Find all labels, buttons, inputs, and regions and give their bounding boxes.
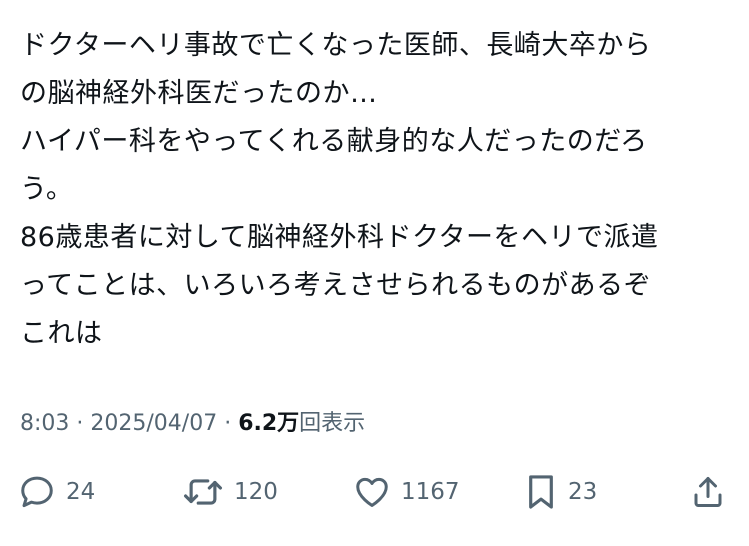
reply-count: 24 xyxy=(66,479,96,505)
share-button[interactable] xyxy=(690,468,726,516)
tweet-body: ドクターヘリ事故で亡くなった医師、長崎大卒から の脳神経外科医だったのか… ハイ… xyxy=(20,22,732,358)
tweet-time[interactable]: 8:03 xyxy=(20,411,69,436)
bookmark-icon xyxy=(524,473,558,511)
tweet-actions-bar: 24 120 1167 23 xyxy=(0,468,749,516)
bookmark-button[interactable]: 23 xyxy=(524,468,597,516)
retweet-arrows-icon xyxy=(182,473,224,511)
tweet-text-line: 86歳患者に対して脳神経外科ドクターをヘリで派遣 xyxy=(20,222,659,253)
like-count: 1167 xyxy=(401,479,460,505)
like-button[interactable]: 1167 xyxy=(353,468,460,516)
bookmark-count: 23 xyxy=(568,479,598,505)
tweet-meta: 8:03 · 2025/04/07 · 6.2万回表示 xyxy=(20,408,365,440)
heart-icon xyxy=(353,473,391,511)
views-label[interactable]: 回表示 xyxy=(299,411,365,436)
reply-button[interactable]: 24 xyxy=(18,468,95,516)
retweet-button[interactable]: 120 xyxy=(182,468,278,516)
meta-separator: · xyxy=(217,411,239,436)
tweet-text-line: う。 xyxy=(20,174,74,205)
meta-separator: · xyxy=(69,411,91,436)
tweet-text-line: ってことは、いろいろ考えさせられるものがあるぞ xyxy=(20,270,652,301)
tweet-text-line: の脳神経外科医だったのか… xyxy=(20,78,378,109)
share-upload-icon xyxy=(690,473,726,511)
speech-bubble-icon xyxy=(18,473,56,511)
views-count[interactable]: 6.2万 xyxy=(238,411,299,436)
tweet-text-line: これは xyxy=(20,318,103,349)
tweet-text-line: ドクターヘリ事故で亡くなった医師、長崎大卒から xyxy=(20,30,652,61)
tweet-date[interactable]: 2025/04/07 xyxy=(90,411,217,436)
retweet-count: 120 xyxy=(234,479,278,505)
tweet-text-line: ハイパー科をやってくれる献身的な人だったのだろ xyxy=(20,126,648,157)
